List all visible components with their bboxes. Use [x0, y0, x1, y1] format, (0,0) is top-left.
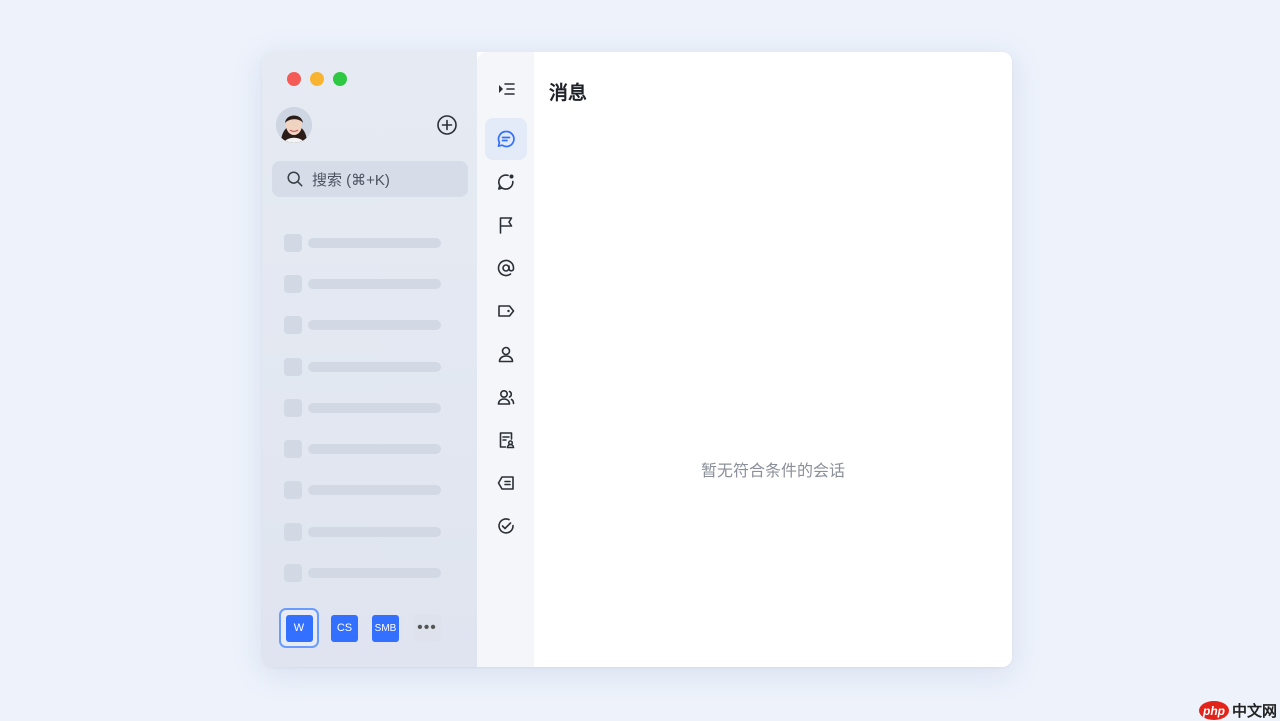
workspace-smb[interactable]: SMB [372, 614, 399, 642]
nav-tags[interactable] [485, 290, 527, 332]
skeleton-avatar [284, 564, 302, 583]
group-icon [497, 389, 515, 405]
nav-docs[interactable] [485, 419, 527, 461]
skeleton-avatar [284, 398, 302, 417]
avatar-image [276, 107, 312, 143]
maximize-window-button[interactable] [333, 72, 347, 86]
message-icon [497, 130, 515, 148]
tag-icon [498, 305, 515, 317]
watermark-badge: php [1199, 701, 1229, 720]
nav-mentions[interactable] [485, 247, 527, 289]
skeleton-avatar [284, 233, 302, 252]
nav-messages[interactable] [485, 118, 527, 160]
user-icon [498, 346, 514, 363]
flag-icon [499, 217, 513, 234]
skeleton-line [308, 568, 441, 579]
main-panel: 消息 暂无符合条件的会话 [534, 52, 1012, 667]
nav-contacts[interactable] [485, 333, 527, 375]
skeleton-line [308, 444, 441, 455]
at-icon [497, 259, 515, 277]
skeleton-row [284, 470, 441, 511]
skeleton-line [308, 526, 441, 537]
check-circle-icon [498, 518, 514, 534]
sidebar: 搜索 (⌘+K) W CS SMB ••• [262, 52, 477, 667]
skeleton-row [284, 552, 441, 593]
skeleton-avatar [284, 316, 302, 335]
nav-tasks[interactable] [485, 505, 527, 547]
skeleton-avatar [284, 481, 302, 500]
more-workspaces-button[interactable]: ••• [413, 614, 441, 642]
nav-unread[interactable] [485, 161, 527, 203]
workspace-cs[interactable]: CS [331, 614, 358, 642]
skeleton-avatar [284, 522, 302, 541]
skeleton-line [308, 278, 441, 289]
empty-state-text: 暂无符合条件的会话 [700, 463, 845, 480]
page-title: 消息 [549, 83, 588, 104]
plus-circle-icon [437, 115, 457, 135]
minimize-window-button[interactable] [310, 72, 324, 86]
nav-flagged[interactable] [485, 204, 527, 246]
watermark: php 中文网 [1199, 700, 1277, 721]
collapse-sidebar-button[interactable] [485, 68, 527, 110]
workspace-w-badge: W [285, 614, 313, 642]
avatar[interactable] [276, 107, 312, 143]
skeleton-avatar [284, 357, 302, 376]
skeleton-row [284, 428, 441, 469]
skeleton-avatar [284, 274, 302, 293]
inbox-icon [497, 476, 514, 490]
skeleton-row [284, 263, 441, 304]
search-icon [287, 171, 303, 187]
skeleton-line [308, 402, 441, 413]
window-controls [287, 72, 347, 86]
search-label: 搜索 (⌘+K) [312, 171, 390, 189]
search-input[interactable]: 搜索 (⌘+K) [272, 161, 468, 197]
workspace-switcher: W CS SMB ••• [279, 608, 441, 648]
skeleton-line [308, 485, 441, 496]
conversation-list-skeleton [284, 222, 441, 594]
watermark-text: 中文网 [1232, 703, 1278, 720]
skeleton-row [284, 346, 441, 387]
nav-rail [477, 52, 534, 667]
skeleton-row [284, 222, 441, 263]
skeleton-line [308, 320, 441, 331]
skeleton-row [284, 305, 441, 346]
skeleton-line [308, 361, 441, 372]
chat-dot-icon [498, 174, 514, 190]
nav-groups[interactable] [485, 376, 527, 418]
add-button[interactable] [435, 113, 459, 137]
collapse-icon [499, 83, 515, 95]
document-icon [499, 432, 515, 449]
skeleton-avatar [284, 440, 302, 459]
workspace-w-active[interactable]: W [279, 608, 319, 648]
nav-inbox[interactable] [485, 462, 527, 504]
close-window-button[interactable] [287, 72, 301, 86]
skeleton-line [308, 237, 441, 248]
app-window: 搜索 (⌘+K) W CS SMB ••• 消息 暂无符合条件的会话 [262, 52, 1012, 667]
skeleton-row [284, 511, 441, 552]
skeleton-row [284, 387, 441, 428]
